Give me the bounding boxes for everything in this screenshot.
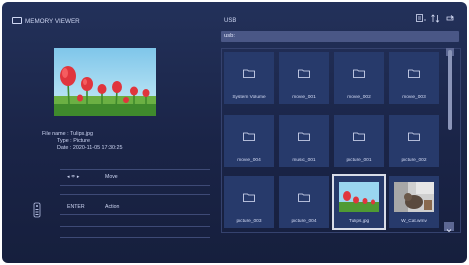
folder-item[interactable]: music_001	[279, 115, 329, 167]
file-type-value: Picture	[73, 137, 90, 144]
tulips-picture	[54, 48, 156, 116]
folder-icon	[298, 193, 310, 202]
file-date-label: Date	[57, 144, 69, 151]
item-label: Tulips.jpg	[348, 219, 370, 224]
tv-screen: MEMORY VIEWER File name: Tulips.jpg Typ…	[2, 2, 467, 263]
folder-item[interactable]: movie_002	[334, 52, 384, 104]
image-item-selected[interactable]: Tulips.jpg	[332, 174, 386, 230]
header-icons	[416, 14, 455, 23]
move-action-label: Move	[105, 174, 118, 180]
scroll-down-button[interactable]	[444, 222, 454, 233]
sort-icon[interactable]	[431, 14, 440, 23]
folder-item[interactable]: movie_004	[224, 115, 274, 167]
file-type-row: Type : Picture	[57, 137, 90, 144]
file-name-label: File name	[42, 131, 66, 137]
folder-item[interactable]: picture_003	[224, 176, 274, 228]
path-text: usb:	[224, 33, 235, 39]
memory-viewer-icon	[12, 17, 22, 24]
divider	[60, 226, 210, 227]
folder-icon	[408, 132, 420, 141]
video-item[interactable]: W_Cat.wmv	[389, 176, 439, 228]
item-label: movie_002	[347, 95, 371, 100]
folder-icon	[243, 193, 255, 202]
item-label: movie_001	[292, 95, 316, 100]
app-title: MEMORY VIEWER	[25, 18, 80, 25]
divider	[60, 214, 210, 215]
folder-item[interactable]: picture_001	[334, 115, 384, 167]
item-label: movie_004	[237, 158, 261, 163]
cat-video-thumbnail	[394, 182, 434, 212]
folder-icon	[353, 132, 365, 141]
view-list-icon[interactable]	[416, 14, 426, 23]
folder-icon	[243, 69, 255, 78]
file-type-label: Type	[57, 137, 69, 144]
scrollbar[interactable]	[448, 50, 452, 130]
folder-item[interactable]: movie_003	[389, 52, 439, 104]
item-label: picture_002	[401, 158, 427, 163]
folder-item[interactable]: picture_002	[389, 115, 439, 167]
folder-icon	[298, 132, 310, 141]
divider	[60, 185, 210, 186]
folder-item[interactable]: movie_001	[279, 52, 329, 104]
file-date-value: 2020-11-05 17:30:25	[72, 144, 123, 151]
tulips-thumbnail	[339, 182, 379, 212]
file-name-value: Tulips.jpg	[70, 131, 93, 137]
item-label: music_001	[292, 158, 316, 163]
enter-action-label: Action	[105, 204, 120, 210]
folder-icon	[353, 69, 365, 78]
item-label: movie_003	[402, 95, 426, 100]
divider	[60, 194, 210, 195]
enter-key-label: ENTER	[67, 204, 85, 210]
folder-icon	[243, 132, 255, 141]
folder-icon	[298, 69, 310, 78]
preview-image	[54, 48, 156, 116]
file-info: File name : Tulips.jpg Type : Picture Da…	[42, 131, 123, 151]
item-label: W_Cat.wmv	[401, 219, 427, 224]
location-label: USB	[224, 18, 237, 24]
repeat-icon[interactable]	[445, 14, 455, 23]
folder-icon	[408, 69, 420, 78]
item-label: picture_001	[346, 158, 372, 163]
item-label: picture_003	[236, 219, 262, 224]
chevron-down-icon	[446, 229, 452, 233]
file-date-row: Date : 2020-11-05 17:30:25	[57, 144, 123, 151]
file-name-row: File name : Tulips.jpg	[42, 131, 93, 137]
folder-item[interactable]: picture_004	[279, 176, 329, 228]
item-label: picture_004	[291, 219, 317, 224]
move-key-label: ◂ ≑ ▸	[67, 174, 80, 180]
divider	[60, 169, 210, 170]
path-bar: usb:	[221, 31, 459, 42]
folder-item[interactable]: System Volume	[224, 52, 274, 104]
item-label: System Volume	[232, 95, 266, 100]
divider	[60, 237, 210, 238]
remote-control-icon	[33, 202, 41, 223]
